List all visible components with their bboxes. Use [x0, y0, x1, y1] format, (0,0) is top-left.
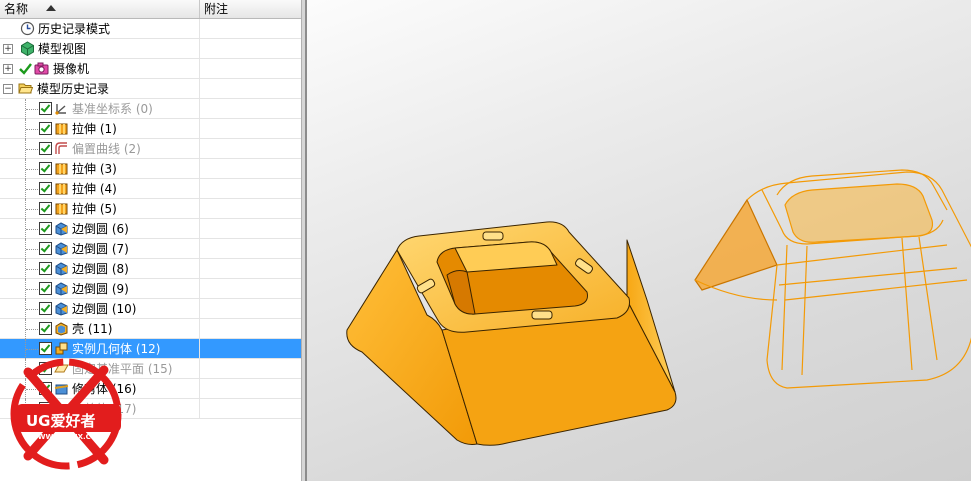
expand-plus-icon[interactable]: + — [3, 64, 13, 74]
ashtray-wireframe-model — [694, 169, 971, 389]
tree-item-label: 摄像机 — [53, 62, 90, 76]
tree-guide-line — [26, 189, 38, 190]
tree-item-label: 偏置曲线 (2) — [72, 142, 141, 156]
camera-icon — [34, 62, 49, 75]
edge-blend-icon — [55, 282, 68, 296]
tree-item-label: 模型历史记录 — [37, 82, 110, 96]
tree-item-label: 历史记录模式 — [38, 22, 111, 36]
visibility-checkbox[interactable] — [39, 262, 52, 275]
visibility-checkbox[interactable] — [39, 162, 52, 175]
tree-guide-line — [26, 329, 38, 330]
tree-item-camera[interactable]: + 摄像机 — [0, 59, 301, 79]
visibility-checkbox[interactable] — [39, 322, 52, 335]
model-views-icon — [21, 41, 34, 56]
tree-item-label: 边倒圆 (6) — [72, 222, 129, 236]
tree-item-label: 模型视图 — [38, 42, 87, 56]
tree-item-feature[interactable]: 边倒圆 (8) — [0, 259, 301, 279]
tree-item-label: 边倒圆 (8) — [72, 262, 129, 276]
tree-guide-line — [26, 229, 38, 230]
tree-item-label: 基准坐标系 (0) — [72, 102, 153, 116]
extrude-icon — [55, 183, 68, 195]
tree-item-model-history[interactable]: − 模型历史记录 — [0, 79, 301, 99]
tree-guide-line — [26, 209, 38, 210]
tree-item-label: 拉伸 (3) — [72, 162, 117, 176]
tree-guide-line — [26, 289, 38, 290]
tree-guide-line — [26, 349, 38, 350]
visibility-checkbox[interactable] — [39, 222, 52, 235]
tree-item-label: 边倒圆 (7) — [72, 242, 129, 256]
offset-curve-icon — [55, 142, 67, 154]
tree-guide-line — [26, 169, 38, 170]
tree-item-feature[interactable]: 边倒圆 (10) — [0, 299, 301, 319]
visibility-checkbox[interactable] — [39, 122, 52, 135]
tree-guide-line — [26, 129, 38, 130]
tree-item-feature[interactable]: 拉伸 (3) — [0, 159, 301, 179]
ashtray-solid-model — [346, 221, 677, 446]
edge-blend-icon — [55, 302, 68, 316]
extrude-icon — [55, 123, 68, 135]
tree-guide-line — [26, 309, 38, 310]
clock-icon — [20, 21, 35, 36]
tree-item-label: 边倒圆 (9) — [72, 282, 129, 296]
visibility-checkbox[interactable] — [39, 302, 52, 315]
tree-item-label: 拉伸 (1) — [72, 122, 117, 136]
navigator-header: 名称 附注 — [0, 0, 301, 19]
tree-item-history-mode[interactable]: 历史记录模式 — [0, 19, 301, 39]
tree-item-feature[interactable]: 边倒圆 (7) — [0, 239, 301, 259]
tree-item-feature[interactable]: 偏置曲线 (2) — [0, 139, 301, 159]
tree-item-feature[interactable]: 基准坐标系 (0) — [0, 99, 301, 119]
watermark-brand: UG爱好者 — [26, 412, 96, 430]
part-navigator: 名称 附注 历史记录模式 + 模型视图 + 摄像机 − 模型历史记录 基准坐标系… — [0, 0, 305, 481]
extrude-icon — [55, 163, 68, 175]
tree-item-feature[interactable]: 拉伸 (4) — [0, 179, 301, 199]
tree-guide-line — [26, 249, 38, 250]
collapse-minus-icon[interactable]: − — [3, 84, 13, 94]
tree-item-label: 边倒圆 (10) — [72, 302, 137, 316]
tree-item-feature[interactable]: 边倒圆 (6) — [0, 219, 301, 239]
green-check-icon — [19, 63, 32, 75]
tree-item-feature[interactable]: 拉伸 (5) — [0, 199, 301, 219]
sort-ascending-icon[interactable] — [46, 5, 56, 11]
tree-item-label: 拉伸 (4) — [72, 182, 117, 196]
tree-item-feature[interactable]: 边倒圆 (9) — [0, 279, 301, 299]
visibility-checkbox[interactable] — [39, 102, 52, 115]
tree-guide-line — [26, 109, 38, 110]
tree-guide-line — [26, 149, 38, 150]
folder-open-icon — [18, 83, 33, 94]
watermark-url: WWW.UGSNX.COM — [30, 433, 104, 441]
visibility-checkbox[interactable] — [39, 242, 52, 255]
tree-item-label: 拉伸 (5) — [72, 202, 117, 216]
visibility-checkbox[interactable] — [39, 202, 52, 215]
visibility-checkbox[interactable] — [39, 142, 52, 155]
tree-guide-line — [26, 269, 38, 270]
extrude-icon — [55, 203, 68, 215]
visibility-checkbox[interactable] — [39, 182, 52, 195]
visibility-checkbox[interactable] — [39, 282, 52, 295]
tree-item-label: 壳 (11) — [72, 322, 113, 336]
datum-csys-icon — [55, 104, 66, 115]
shell-icon — [55, 322, 68, 336]
tree-item-model-views[interactable]: + 模型视图 — [0, 39, 301, 59]
expand-plus-icon[interactable]: + — [3, 44, 13, 54]
tree-item-feature[interactable]: 拉伸 (1) — [0, 119, 301, 139]
model-view-svg — [346, 169, 971, 446]
tree-item-feature[interactable]: 壳 (11) — [0, 319, 301, 339]
edge-blend-icon — [55, 222, 68, 236]
graphics-viewport[interactable] — [305, 0, 971, 481]
edge-blend-icon — [55, 242, 68, 256]
edge-blend-icon — [55, 262, 68, 276]
column-header-note[interactable]: 附注 — [200, 0, 301, 18]
column-header-name[interactable]: 名称 — [0, 0, 200, 18]
